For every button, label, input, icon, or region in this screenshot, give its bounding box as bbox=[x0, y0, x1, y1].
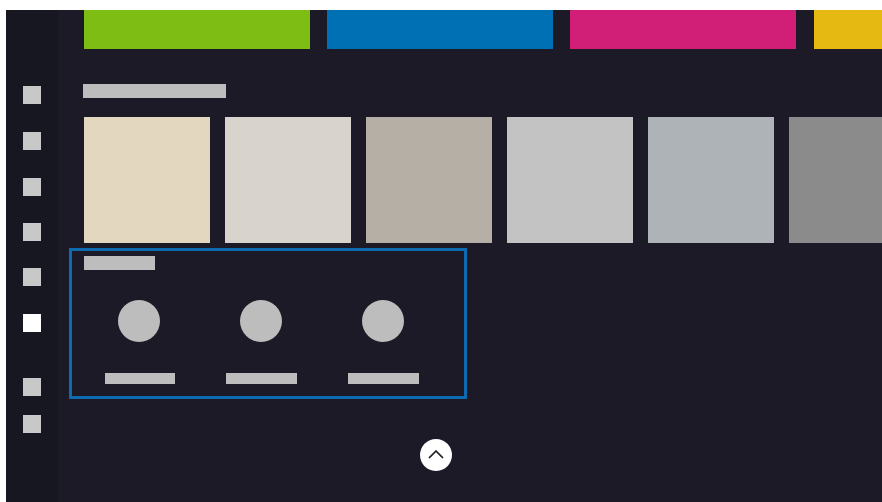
sidebar-item-6-active[interactable] bbox=[23, 314, 41, 332]
scroll-up-button[interactable] bbox=[420, 439, 452, 471]
sidebar-item-1[interactable] bbox=[23, 86, 41, 104]
avatar-circle-1[interactable] bbox=[118, 300, 160, 342]
swatch-green[interactable] bbox=[84, 10, 310, 49]
app-frame bbox=[0, 0, 882, 502]
group-heading-placeholder bbox=[84, 256, 155, 270]
caption-placeholder-1 bbox=[105, 373, 175, 384]
tile-1[interactable] bbox=[84, 117, 210, 243]
tile-5[interactable] bbox=[648, 117, 774, 243]
section-heading-placeholder bbox=[83, 84, 226, 98]
swatch-blue[interactable] bbox=[327, 10, 553, 49]
sidebar-item-5[interactable] bbox=[23, 268, 41, 286]
sidebar-item-2[interactable] bbox=[23, 132, 41, 150]
sidebar-item-7[interactable] bbox=[23, 378, 41, 396]
tile-4[interactable] bbox=[507, 117, 633, 243]
tile-3[interactable] bbox=[366, 117, 492, 243]
caption-placeholder-2 bbox=[226, 373, 297, 384]
chevron-up-icon bbox=[428, 446, 444, 464]
avatar-circle-3[interactable] bbox=[362, 300, 404, 342]
sidebar-item-3[interactable] bbox=[23, 178, 41, 196]
caption-placeholder-3 bbox=[348, 373, 419, 384]
top-border bbox=[0, 0, 882, 10]
swatch-yellow[interactable] bbox=[814, 10, 882, 49]
swatch-magenta[interactable] bbox=[570, 10, 796, 49]
avatar-circle-2[interactable] bbox=[240, 300, 282, 342]
tile-2[interactable] bbox=[225, 117, 351, 243]
sidebar-item-4[interactable] bbox=[23, 223, 41, 241]
tile-6[interactable] bbox=[789, 117, 882, 243]
sidebar-item-8[interactable] bbox=[23, 415, 41, 433]
